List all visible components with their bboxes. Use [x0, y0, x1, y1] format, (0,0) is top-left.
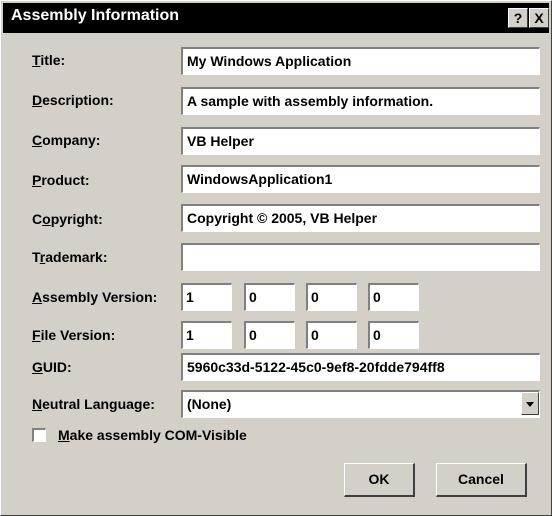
cancel-button[interactable]: Cancel [436, 463, 527, 497]
trademark-label: Trademark: [32, 249, 108, 265]
title-field[interactable]: My Windows Application [181, 47, 540, 75]
neutral-language-value: (None) [187, 396, 232, 412]
product-label: Product: [32, 172, 90, 188]
company-field[interactable]: VB Helper [181, 127, 540, 155]
copyright-field[interactable]: Copyright © 2005, VB Helper [181, 204, 540, 232]
trademark-field[interactable] [181, 243, 540, 271]
neutral-language-label: Neutral Language: [32, 396, 155, 412]
ok-button[interactable]: OK [344, 463, 415, 497]
com-visible-label[interactable]: Make assembly COM-Visible [58, 427, 247, 443]
company-label: Company: [32, 132, 101, 148]
assembly-version-minor[interactable]: 0 [244, 283, 295, 311]
neutral-language-select[interactable]: (None) [181, 390, 540, 418]
guid-label: GUID: [32, 359, 72, 375]
title-bar[interactable]: Assembly Information ? X [3, 3, 549, 33]
dialog-title: Assembly Information [11, 7, 180, 24]
chevron-down-icon [526, 402, 534, 407]
description-field[interactable]: A sample with assembly information. [181, 87, 540, 115]
help-button[interactable]: ? [508, 8, 528, 28]
dropdown-button[interactable] [521, 392, 539, 415]
file-version-major[interactable]: 1 [181, 321, 232, 349]
product-field[interactable]: WindowsApplication1 [181, 165, 540, 193]
com-visible-checkbox[interactable] [32, 428, 46, 442]
assembly-version-revision[interactable]: 0 [368, 283, 419, 311]
assembly-version-label: Assembly Version: [32, 289, 158, 305]
title-label: Title: [32, 52, 66, 68]
file-version-label: File Version: [32, 327, 116, 343]
assembly-version-build[interactable]: 0 [306, 283, 357, 311]
file-version-build[interactable]: 0 [306, 321, 357, 349]
copyright-label: Copyright: [32, 211, 103, 227]
close-button[interactable]: X [529, 8, 549, 28]
description-label: Description: [32, 92, 114, 108]
guid-field[interactable]: 5960c33d-5122-45c0-9ef8-20fdde794ff8 [181, 353, 540, 381]
assembly-information-dialog: Assembly Information ? X Title: My Windo… [0, 0, 552, 516]
file-version-minor[interactable]: 0 [244, 321, 295, 349]
assembly-version-major[interactable]: 1 [181, 283, 232, 311]
file-version-revision[interactable]: 0 [368, 321, 419, 349]
